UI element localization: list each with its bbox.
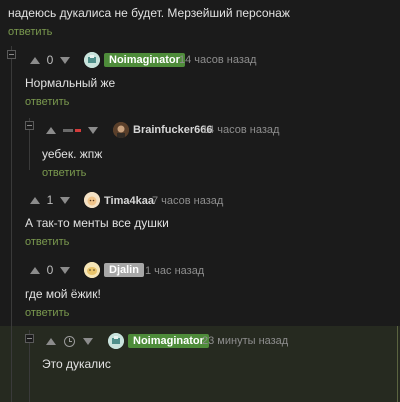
rating-control: 0 [30,52,70,68]
downvote-icon[interactable] [60,196,70,204]
comment-text: Нормальный же [25,76,116,90]
downvote-icon[interactable] [60,56,70,64]
upvote-icon[interactable] [30,196,40,204]
collapse-toggle[interactable] [25,121,34,130]
upvote-icon[interactable] [30,266,40,274]
comment-text: где мой ёжик! [25,287,101,301]
rating-score: 0 [46,53,54,67]
downvote-icon[interactable] [83,337,93,345]
rating-control [46,333,93,349]
comment-text: Это дукалис [42,357,111,371]
avatar-image [84,262,100,278]
avatar[interactable] [84,192,100,208]
reply-link[interactable]: ответить [42,167,86,179]
rating-score: 1 [46,193,54,207]
author-name[interactable]: Brainfucker666 [133,124,213,136]
avatar[interactable] [113,122,129,138]
rating-control [46,122,98,138]
avatar[interactable] [84,262,100,278]
collapse-toggle[interactable] [7,50,16,59]
reply-link[interactable]: ответить [25,307,69,319]
upvote-icon[interactable] [46,337,56,345]
comment-text: надеюсь дукалиса не будет. Мерзейший пер… [8,6,290,20]
avatar-image [84,52,100,68]
author-badge[interactable]: Noimaginator [104,53,185,67]
avatar-image [108,333,124,349]
downvote-icon[interactable] [88,126,98,134]
comment-text: А так-то менты все душки [25,216,169,230]
comment-text: уебек. жпж [42,147,103,161]
comment-time[interactable]: 14 часов назад [179,54,256,66]
avatar[interactable] [108,333,124,349]
upvote-icon[interactable] [30,56,40,64]
rating-control: 1 [30,192,70,208]
comment-time[interactable]: 23 минуты назад [202,335,288,347]
reply-link[interactable]: ответить [25,236,69,248]
reply-link[interactable]: ответить [25,96,69,108]
avatar-image [84,192,100,208]
comment-time[interactable]: 1 час назад [145,265,204,277]
clock-icon [64,335,75,347]
upvote-icon[interactable] [46,126,56,134]
avatar-image [113,122,129,138]
author-name[interactable]: Tima4kaa [104,195,154,207]
rating-score: 0 [46,263,54,277]
author-badge[interactable]: Noimaginator [128,334,209,348]
avatar[interactable] [84,52,100,68]
comment-time[interactable]: 7 часов назад [152,195,223,207]
collapse-toggle[interactable] [25,334,34,343]
reply-link[interactable]: ответить [8,26,52,38]
rating-control: 0 [30,262,70,278]
downvote-icon[interactable] [60,266,70,274]
author-badge[interactable]: Djalin [104,263,144,277]
new-comment-marker [397,326,398,402]
minus-bar-icon [63,128,81,132]
comment-time[interactable]: 14 часов назад [202,124,279,136]
thread-line [11,46,12,402]
comment-thread: надеюсь дукалиса не будет. Мерзейший пер… [0,0,400,402]
